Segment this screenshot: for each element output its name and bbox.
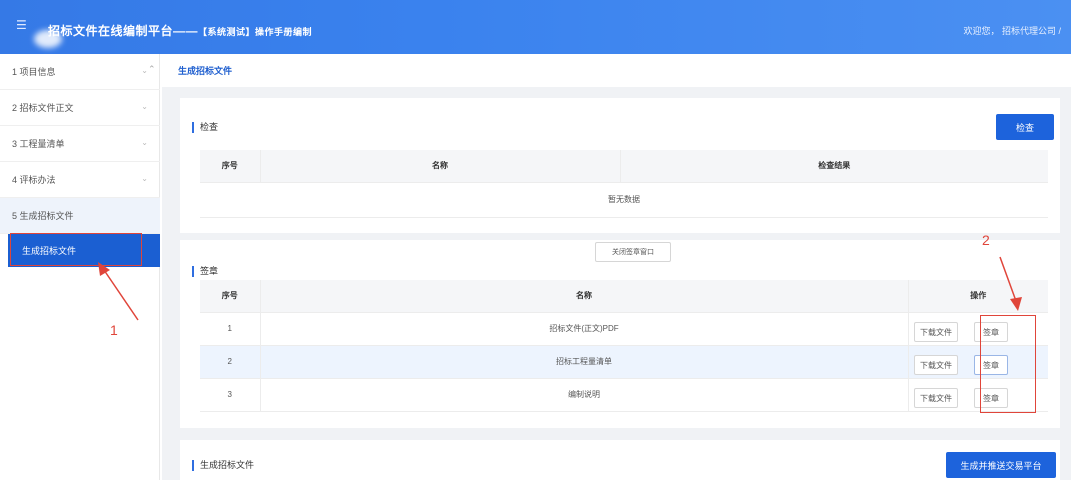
annotation-arrow-1 [98, 262, 139, 321]
table-header-row: 序号 名称 检查结果 [200, 150, 1048, 183]
menu-toggle-icon[interactable]: ☰ [16, 18, 27, 32]
top-header: ☰ 招标文件在线编制平台——【系统测试】操作手册编制 欢迎您， 招标代理公司 / [0, 0, 1071, 54]
sidebar-item-bill-of-quantities[interactable]: 3 工程量清单 ⌄ [0, 126, 160, 162]
sidebar-item-label: 4 评标办法 [12, 175, 56, 185]
title-separator: —— [173, 24, 199, 38]
annotation-number-1: 1 [110, 322, 118, 338]
sidebar-item-evaluation[interactable]: 4 评标办法 ⌄ [0, 162, 160, 198]
column-header: 操作 [908, 280, 1048, 313]
sidebar-item-label: 3 工程量清单 [12, 139, 65, 149]
chevron-down-icon: ⌄ [141, 174, 148, 183]
sign-section-title: 签章 [192, 266, 218, 277]
row-number: 2 [200, 345, 261, 379]
generate-card: 生成招标文件 生成并推送交易平台 [180, 440, 1060, 480]
caret-up-icon[interactable]: ⌃ [148, 64, 156, 75]
download-file-button[interactable]: 下载文件 [914, 322, 958, 342]
chevron-down-icon: ⌄ [141, 138, 148, 147]
sign-button[interactable]: 签章 [974, 355, 1008, 375]
check-table: 序号 名称 检查结果 暂无数据 [200, 150, 1048, 218]
main-content: ⌃ 生成招标文件 检查 检查 序号 名称 检查结果 暂无数据 签章 关闭签章窗口… [148, 54, 1071, 480]
app-subtitle: 【系统测试】操作手册编制 [198, 27, 313, 37]
check-section-title: 检查 [192, 122, 218, 133]
generate-section-title: 生成招标文件 [192, 460, 254, 471]
generate-push-button[interactable]: 生成并推送交易平台 [946, 452, 1056, 478]
breadcrumb: 生成招标文件 [162, 54, 1071, 87]
sidebar-item-tender-body[interactable]: 2 招标文件正文 ⌄ [0, 90, 160, 126]
column-header: 名称 [260, 280, 909, 313]
column-header: 名称 [260, 150, 621, 183]
download-file-button[interactable]: 下载文件 [914, 355, 958, 375]
sidebar-item-label: 5 生成招标文件 [12, 211, 74, 221]
chevron-down-icon: ⌄ [141, 66, 148, 75]
table-header-row: 序号 名称 操作 [200, 280, 1048, 313]
column-header: 序号 [200, 280, 261, 313]
row-name: 招标文件(正文)PDF [260, 312, 909, 346]
row-number: 3 [200, 378, 261, 412]
annotation-arrow-2 [999, 256, 1022, 311]
row-name: 招标工程量清单 [260, 345, 909, 379]
sign-button[interactable]: 签章 [974, 322, 1008, 342]
download-file-button[interactable]: 下载文件 [914, 388, 958, 408]
app-title: 招标文件在线编制平台——【系统测试】操作手册编制 [48, 22, 312, 39]
check-card: 检查 检查 序号 名称 检查结果 暂无数据 [180, 98, 1060, 233]
column-header: 序号 [200, 150, 261, 183]
check-button[interactable]: 检查 [996, 114, 1054, 140]
table-row: 暂无数据 [200, 182, 1048, 218]
sidebar-item-generate[interactable]: 5 生成招标文件 [0, 198, 160, 234]
annotation-number-2: 2 [982, 232, 990, 248]
row-name: 编制说明 [260, 378, 909, 412]
sidebar-item-label: 1 项目信息 [12, 67, 56, 77]
app-title-text: 招标文件在线编制平台 [48, 24, 174, 38]
row-number: 1 [200, 312, 261, 346]
close-sign-window-button[interactable]: 关闭签章窗口 [595, 242, 671, 262]
column-header: 检查结果 [620, 150, 1048, 183]
sign-button[interactable]: 签章 [974, 388, 1008, 408]
user-info[interactable]: 欢迎您， 招标代理公司 / [963, 24, 1061, 37]
breadcrumb-current: 生成招标文件 [178, 66, 233, 76]
empty-text: 暂无数据 [200, 182, 1048, 218]
sidebar-item-project-info[interactable]: 1 项目信息 ⌄ [0, 54, 160, 90]
sidebar-item-label: 2 招标文件正文 [12, 103, 74, 113]
chevron-down-icon: ⌄ [141, 102, 148, 111]
sign-card: 签章 关闭签章窗口 序号 名称 操作 1 招标文件(正文)PDF 2 招标工程量… [180, 240, 1060, 428]
